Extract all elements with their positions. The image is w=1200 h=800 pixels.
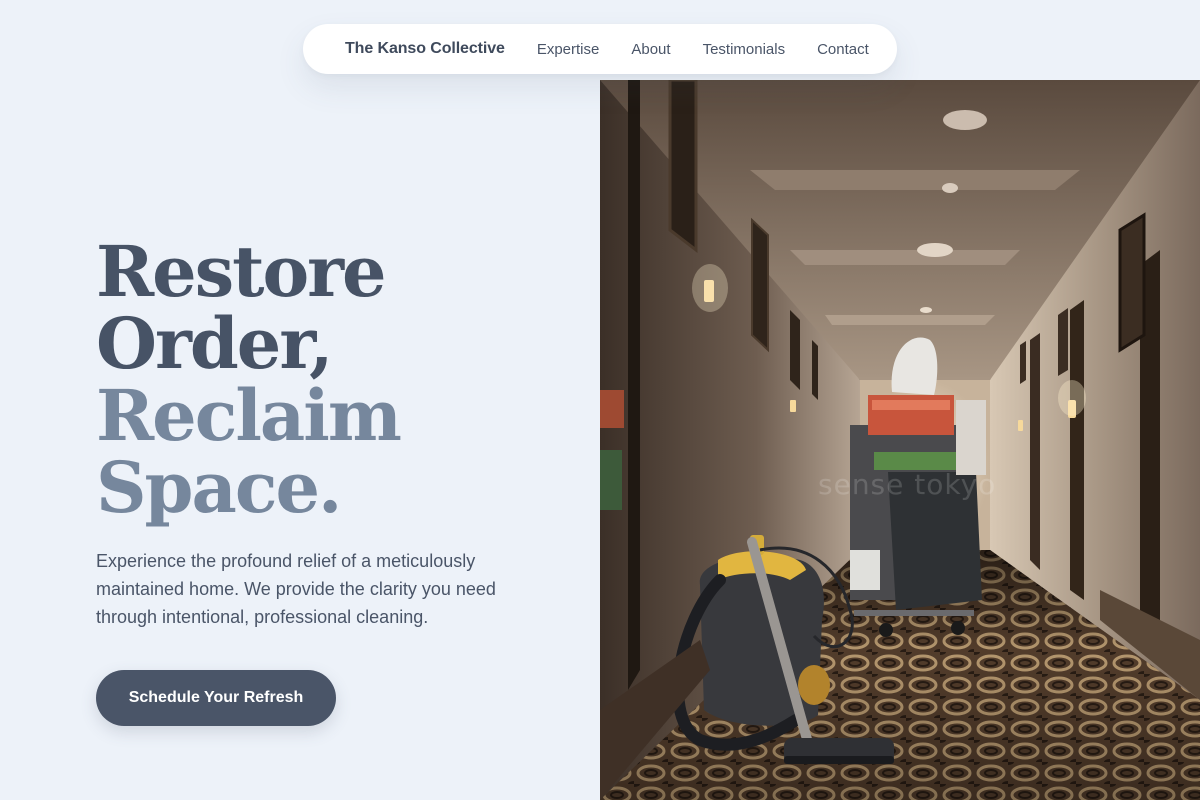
image-watermark: sense tokyo <box>818 468 997 501</box>
nav-link-contact[interactable]: Contact <box>817 41 869 58</box>
brand-logo-text[interactable]: The Kanso Collective <box>345 40 505 58</box>
headline-line-3: Reclaim <box>96 374 402 457</box>
top-navigation: The Kanso Collective Expertise About Tes… <box>303 24 897 74</box>
nav-link-testimonials[interactable]: Testimonials <box>703 41 786 58</box>
hotel-corridor-photo-icon <box>600 80 1200 800</box>
hero-description: Experience the profound relief of a meti… <box>96 551 496 627</box>
hero-text-block: Restore Order, Reclaim Space. <box>96 236 576 524</box>
nav-link-expertise[interactable]: Expertise <box>537 41 600 58</box>
nav-link-about[interactable]: About <box>631 41 670 58</box>
headline-line-2: Order, <box>96 302 334 385</box>
schedule-refresh-button[interactable]: Schedule Your Refresh <box>96 670 336 726</box>
landing-page: The Kanso Collective Expertise About Tes… <box>0 0 1200 800</box>
headline-line-1: Restore <box>96 230 387 313</box>
nav-links: Expertise About Testimonials Contact <box>537 41 869 58</box>
hero-image: sense tokyo <box>600 80 1200 800</box>
headline-line-4: Space. <box>96 446 342 529</box>
hero-headline: Restore Order, Reclaim Space. <box>96 236 576 524</box>
